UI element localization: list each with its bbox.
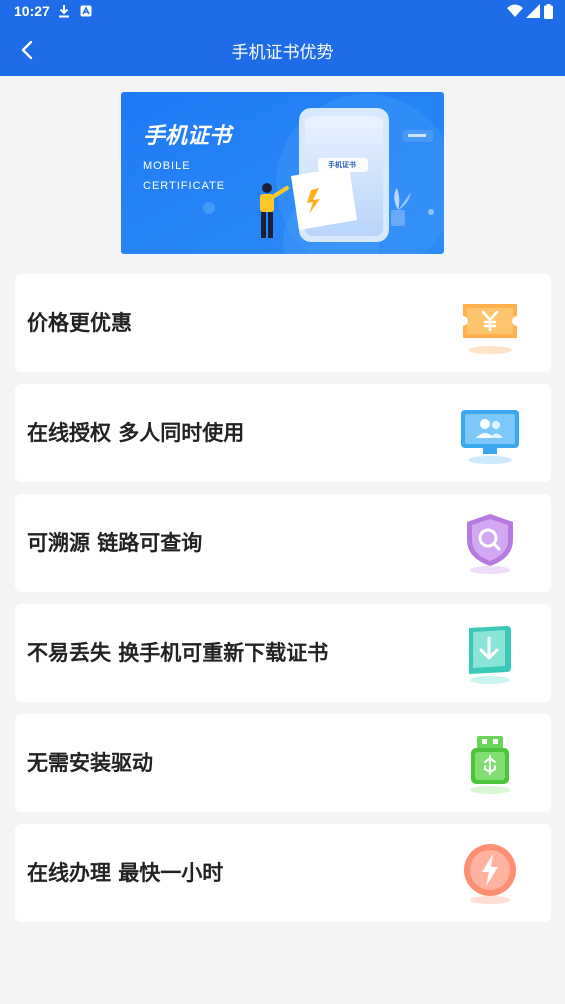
page-title: 手机证书优势 [231, 43, 334, 63]
advantage-card-redownload: 不易丢失 换手机可重新下载证书 [15, 604, 551, 702]
shield-search-icon [467, 514, 513, 574]
advantage-card-traceable: 可溯源 链路可查询 [15, 494, 551, 592]
advantage-card-fast: 在线办理 最快一小时 [15, 824, 551, 922]
banner: 手机证书 MOBILE CERTIFICATE 手机证书 [121, 92, 444, 254]
banner-subtitle-line1: MOBILE [143, 160, 191, 172]
advantage-label: 无需安装驱动 [27, 751, 153, 775]
status-time: 10:27 [14, 3, 50, 19]
wifi-icon [507, 4, 523, 17]
advantage-label: 价格更优惠 [27, 311, 132, 335]
download-notification-icon [59, 5, 69, 18]
advantage-card-no-driver: 无需安装驱动 [15, 714, 551, 812]
app-bar: 手机证书优势 [0, 24, 565, 76]
usb-icon [470, 736, 510, 794]
lightning-icon [464, 844, 516, 904]
app-notification-icon [80, 5, 92, 17]
advantage-label: 在线授权 多人同时使用 [27, 421, 245, 445]
banner-title: 手机证书 [143, 124, 232, 149]
yuan-ticket-icon [463, 304, 517, 354]
monitor-users-icon [461, 410, 519, 464]
battery-icon [544, 4, 553, 19]
advantage-label: 在线办理 最快一小时 [27, 861, 224, 885]
advantage-label: 不易丢失 换手机可重新下载证书 [27, 641, 329, 665]
banner-illustration [121, 92, 444, 254]
banner-subtitle-line2: CERTIFICATE [143, 180, 226, 192]
advantage-card-price: 价格更优惠 [15, 274, 551, 372]
advantage-label: 可溯源 链路可查询 [27, 531, 203, 555]
download-icon [469, 626, 511, 684]
signal-icon [526, 4, 540, 18]
advantage-card-multi-user: 在线授权 多人同时使用 [15, 384, 551, 482]
banner-card-text: 手机证书 [328, 161, 356, 169]
status-bar: 10:27 [0, 0, 565, 24]
